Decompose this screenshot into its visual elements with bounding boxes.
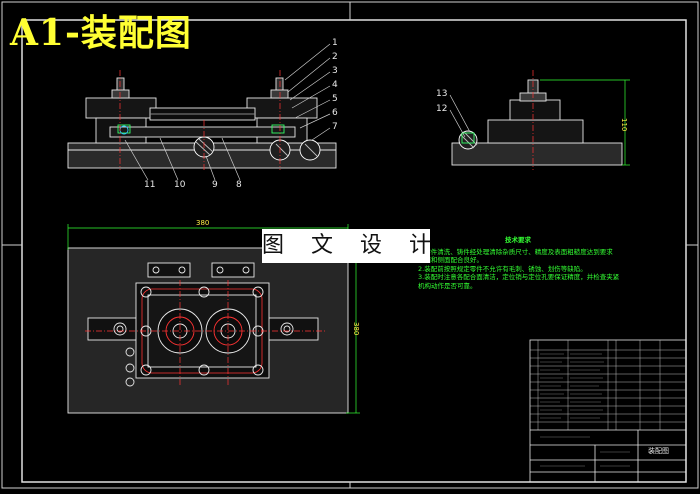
left-arm [87,317,139,341]
top-clamp-left [147,262,191,278]
right-clamp-block [246,97,318,119]
plan-width-dimension: 380 [196,219,210,227]
title-block-drawing-name: 装配图 [648,447,669,455]
left-clamp-block [85,97,157,119]
plan-height-dimension: 380 [352,322,360,336]
side-base-plate [451,142,623,166]
top-clamp-right [211,262,255,278]
part-number-7: 7 [332,122,338,132]
workpiece [109,126,296,138]
part-number-13: 13 [436,89,448,99]
part-number-11: 11 [144,180,156,190]
part-number-1: 1 [332,38,338,48]
side-view [449,70,630,170]
part-number-4: 4 [332,80,338,90]
part-number-10: 10 [174,180,186,190]
part-number-8: 8 [236,180,242,190]
side-height-label: 110 [620,118,628,132]
notes-line: 顶面和侧面配合良好。 [418,256,483,265]
front-view [67,43,337,181]
part-number-6: 6 [332,108,338,118]
watermark-overlay: 图 文 设 计 [262,229,431,263]
drawing-title: A1-装配图 [10,12,192,54]
part-number-12: 12 [436,104,448,114]
part-number-5: 5 [332,94,338,104]
notes-line: 1.零件清洗、铸件经处理清除杂质尺寸、精度及表面粗糙度达到要求 [418,247,613,256]
notes-line: 3.装配时注意各配合面清洁，定位销与定位孔要保证精度，并检查夹紧 [418,273,620,282]
technical-requirements: 技术要求 1.零件清洗、铸件经处理清除杂质尺寸、精度及表面粗糙度达到要求 顶面和… [418,236,620,291]
part-number-2: 2 [332,52,338,62]
notes-heading: 技术要求 [505,236,531,244]
title-block [529,339,687,483]
drawing-sheet: A1-装配图 1 2 3 4 5 6 7 8 9 10 11 12 13 380… [0,0,700,490]
bom-rows [530,340,686,430]
part-number-9: 9 [212,180,218,190]
notes-line: 机构动作是否可靠。 [418,281,477,290]
part-number-3: 3 [332,66,338,76]
bom-text-strokes [540,353,630,467]
